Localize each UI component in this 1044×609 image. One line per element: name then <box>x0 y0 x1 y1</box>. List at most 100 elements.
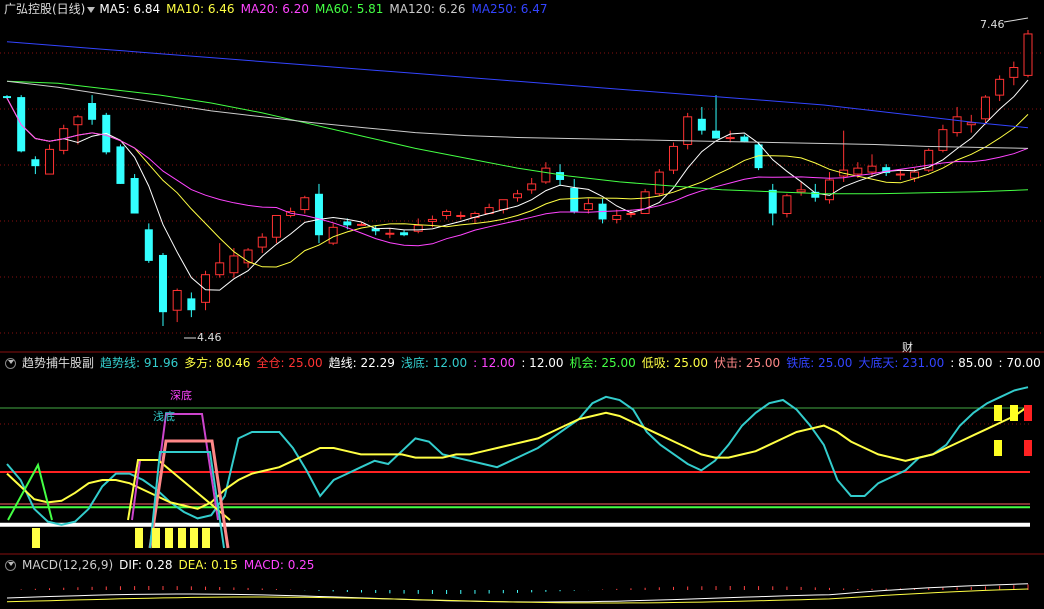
candle-body <box>1023 33 1033 76</box>
candle-body <box>556 172 565 180</box>
candle-body <box>612 214 622 220</box>
ma-value-1: MA10: 6.46 <box>166 2 235 16</box>
candle-body <box>31 159 40 167</box>
candle-body <box>853 167 863 175</box>
candle-body <box>740 136 749 142</box>
indicator-value-11: 大底天: 231.00 <box>858 356 945 370</box>
candle-body <box>1009 66 1019 78</box>
candle-body <box>498 199 508 211</box>
indicator-value-9: 伏击: 25.00 <box>713 356 781 370</box>
indicator-value-8: 低吸: 25.00 <box>641 356 708 370</box>
high-arrow <box>1003 17 1029 23</box>
candle-body <box>910 171 920 179</box>
ma-value-2: MA20: 6.20 <box>240 2 309 16</box>
indicator-value-13: : 70.00 <box>998 356 1041 370</box>
candle-body <box>867 165 877 173</box>
candle-body <box>570 187 579 212</box>
candle-body <box>980 96 990 120</box>
candle-body <box>654 171 664 195</box>
indicator-value-6: : 12.00 <box>521 356 564 370</box>
dixi-bar-3 <box>165 528 173 548</box>
candle-body <box>527 183 537 191</box>
candle-body <box>158 254 167 313</box>
candle-body <box>427 218 437 222</box>
candle-body <box>456 214 466 217</box>
dixi-bar-5 <box>190 528 198 548</box>
candle-body <box>314 193 323 236</box>
indicator-panel-header: 趋势捕牛股副 趋势线: 91.96 多方: 80.46 全仓: 25.00 趋线: 22… <box>0 354 1044 372</box>
dropdown-icon[interactable] <box>87 6 96 13</box>
candle-body <box>640 191 650 215</box>
dixi-bar-1 <box>135 528 143 548</box>
ma10-line <box>6 97 1029 268</box>
candle-body <box>257 236 267 248</box>
indicator-value-1: 多方: 80.46 <box>184 356 251 370</box>
candle-body <box>116 146 125 184</box>
candle-body <box>45 148 55 175</box>
macd-value-0: MACD(12,26,9) <box>22 558 114 572</box>
candle-body <box>712 130 721 139</box>
candle-body <box>626 213 636 216</box>
dixi-bar-2 <box>152 528 160 548</box>
candle-body <box>88 103 97 120</box>
indicator-value-4: 浅底: 12.00 <box>400 356 468 370</box>
candle-body <box>995 78 1005 96</box>
candle-body <box>697 118 706 131</box>
candle-body <box>400 232 409 236</box>
ma-value-3: MA60: 5.81 <box>315 2 384 16</box>
indicator-title[interactable]: 趋势捕牛股副 <box>22 356 94 370</box>
indicator-value-0: 趋势线: 91.96 <box>100 356 179 370</box>
chart-canvas[interactable] <box>0 0 1044 609</box>
signal-bar-2 <box>994 440 1002 456</box>
ma-value-5: MA250: 6.47 <box>471 2 548 16</box>
candle-body <box>144 229 153 261</box>
candle-body <box>201 274 211 303</box>
candle-body <box>541 167 551 183</box>
candle-body <box>3 96 11 99</box>
indicator-value-10: 铁底: 25.00 <box>786 356 853 370</box>
candle-body <box>73 116 83 126</box>
ma-value-4: MA120: 6.26 <box>389 2 466 16</box>
dixi-bar-0 <box>32 528 40 548</box>
candle-body <box>895 173 905 176</box>
candle-body <box>215 262 225 276</box>
indicator-value-7: 机会: 25.00 <box>569 356 636 370</box>
candle-body <box>187 298 196 311</box>
finance-marker[interactable]: 财 <box>902 339 913 355</box>
candle-body <box>824 179 834 201</box>
candle-body <box>328 226 338 244</box>
candle-body <box>768 189 777 214</box>
candle-body <box>385 232 395 235</box>
ma250-line <box>6 41 1029 129</box>
ma-value-0: MA5: 6.84 <box>99 2 161 16</box>
macd-value-2: DEA: 0.15 <box>178 558 238 572</box>
stock-title[interactable]: 广弘控股(日线) <box>4 2 85 16</box>
candle-body <box>343 221 352 226</box>
qiandi-label: 浅底 <box>153 410 175 423</box>
signal-red-bar-1 <box>1024 440 1032 456</box>
candle-body <box>796 189 806 193</box>
main-panel-header: 广弘控股(日线) MA5: 6.84 MA10: 6.46 MA20: 6.20 MA6… <box>0 0 560 18</box>
macd-menu-icon[interactable] <box>5 560 16 571</box>
signal-bar-0 <box>994 405 1002 421</box>
candle-body <box>300 197 310 211</box>
shendi-label: 深底 <box>170 389 192 402</box>
candle-body <box>357 223 367 226</box>
panel-menu-icon[interactable] <box>5 358 16 369</box>
candle-body <box>172 289 182 311</box>
candle-body <box>952 116 962 134</box>
candle-body <box>513 193 522 199</box>
candle-body <box>966 122 976 126</box>
candle-body <box>725 137 735 140</box>
macd-panel-header: MACD(12,26,9) DIF: 0.28 DEA: 0.15 MACD: 0.2… <box>0 556 326 574</box>
macd-value-3: MACD: 0.25 <box>243 558 315 572</box>
candle-body <box>271 214 281 238</box>
macd-value-1: DIF: 0.28 <box>119 558 173 572</box>
candle-body <box>782 195 792 215</box>
candle-body <box>229 255 239 274</box>
indicator-value-5: : 12.00 <box>473 356 516 370</box>
candle-body <box>442 211 452 216</box>
indicator-value-2: 全仓: 25.00 <box>256 356 323 370</box>
dixi-bar-4 <box>178 528 186 548</box>
candle-body <box>130 178 139 214</box>
